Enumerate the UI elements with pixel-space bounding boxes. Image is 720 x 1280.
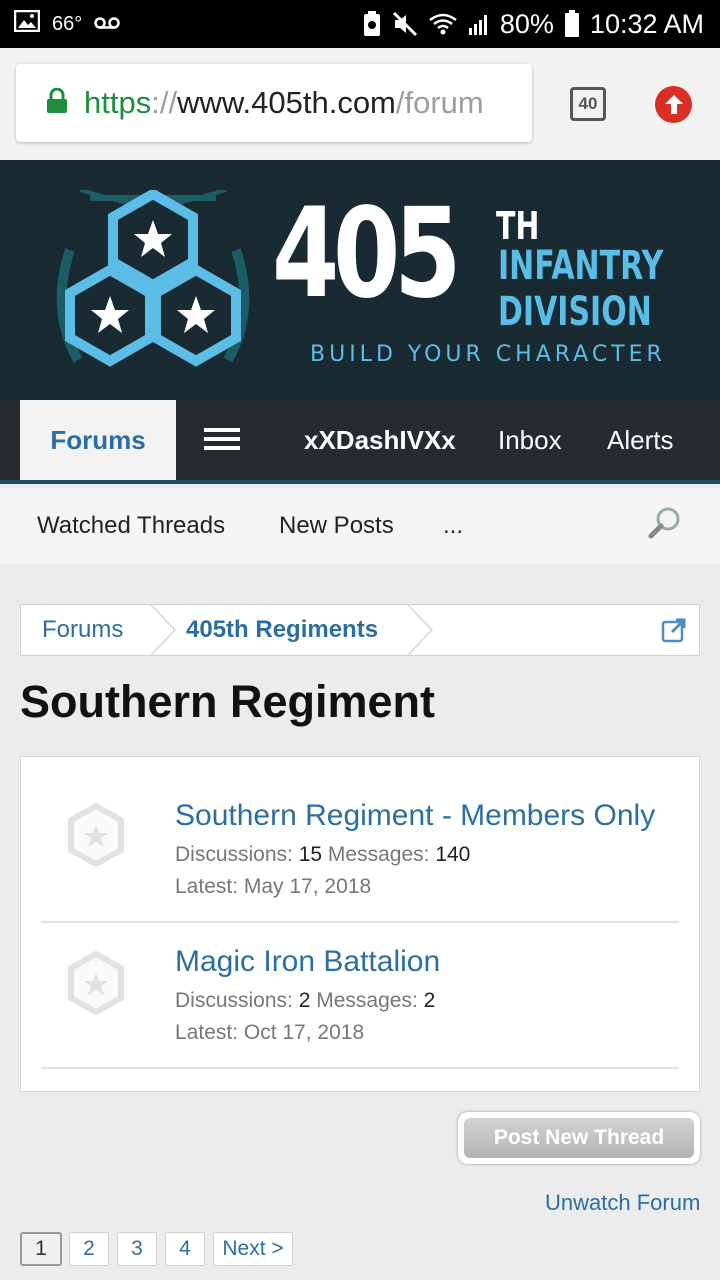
forum-node[interactable]: Magic Iron Battalion Discussions: 2 Mess… — [41, 923, 679, 1069]
logo-number: 405 — [272, 182, 461, 326]
breadcrumb-405th-regiments[interactable]: 405th Regiments — [186, 605, 378, 655]
data-saver-icon — [362, 10, 382, 38]
signal-icon — [468, 12, 490, 36]
page-4-button[interactable]: 4 — [165, 1232, 205, 1266]
battery-percent: 80% — [499, 8, 554, 39]
battery-icon — [564, 10, 580, 38]
forum-node-counts: Discussions: 15 Messages: 140 — [175, 843, 471, 866]
forum-node-title[interactable]: Southern Regiment - Members Only — [175, 799, 655, 833]
watched-threads-link[interactable]: Watched Threads — [37, 488, 225, 564]
browser-toolbar: https://www.405th.com/forum 40 — [0, 48, 720, 160]
forum-node-icon — [68, 951, 124, 1015]
wifi-icon — [428, 12, 458, 36]
post-new-thread-label: Post New Thread — [464, 1118, 694, 1158]
forum-node-list: Southern Regiment - Members Only Discuss… — [20, 756, 700, 1092]
menu-icon[interactable] — [204, 428, 240, 454]
lock-icon — [46, 87, 68, 119]
unwatch-forum-link[interactable]: Unwatch Forum — [545, 1190, 700, 1216]
tab-forums[interactable]: Forums — [20, 400, 176, 480]
page-title: Southern Regiment — [20, 676, 436, 727]
search-icon[interactable] — [648, 506, 682, 545]
url-text: https://www.405th.com/forum — [84, 85, 484, 120]
forum-node-icon — [68, 803, 124, 867]
gallery-icon — [13, 9, 41, 38]
nav-username[interactable]: xXDashIVXx — [304, 400, 456, 480]
nav-inbox[interactable]: Inbox — [498, 400, 562, 480]
forum-node-latest[interactable]: Latest: Oct 17, 2018 — [175, 1021, 364, 1045]
new-posts-link[interactable]: New Posts — [279, 488, 394, 564]
tab-switcher-button[interactable]: 40 — [570, 87, 606, 121]
logo-line-division: DIVISION — [498, 289, 652, 335]
sub-nav: Watched Threads New Posts ... — [0, 488, 720, 564]
logo-line-infantry: INFANTRY — [498, 243, 664, 289]
update-icon[interactable] — [655, 86, 692, 123]
forum-node-title[interactable]: Magic Iron Battalion — [175, 945, 440, 979]
main-nav: Forums xXDashIVXx Inbox Alerts — [0, 400, 720, 484]
breadcrumb-separator-icon — [150, 605, 177, 655]
next-page-button[interactable]: Next > — [213, 1232, 293, 1266]
forum-node-latest[interactable]: Latest: May 17, 2018 — [175, 875, 371, 899]
breadcrumb: Forums 405th Regiments — [20, 604, 700, 656]
breadcrumb-forums[interactable]: Forums — [42, 605, 123, 655]
page-1-button[interactable]: 1 — [20, 1232, 62, 1266]
voicemail-icon — [94, 13, 120, 36]
forum-node[interactable]: Southern Regiment - Members Only Discuss… — [41, 757, 679, 923]
nav-alerts[interactable]: Alerts — [607, 400, 673, 480]
jump-to-icon[interactable] — [661, 617, 687, 643]
more-menu-button[interactable]: ... — [443, 488, 463, 564]
page-2-button[interactable]: 2 — [69, 1232, 109, 1266]
mute-icon — [392, 11, 418, 37]
logo-tagline: BUILD YOUR CHARACTER — [310, 342, 666, 367]
breadcrumb-separator-icon — [407, 605, 434, 655]
post-new-thread-button[interactable]: Post New Thread — [458, 1112, 700, 1164]
forum-node-counts: Discussions: 2 Messages: 2 — [175, 989, 436, 1012]
temperature-text: 66° — [52, 12, 83, 35]
status-bar: 66° 80% 10:32 AM — [0, 0, 720, 48]
clock: 10:32 AM — [589, 8, 704, 39]
logo-superscript: TH — [496, 204, 540, 248]
page-3-button[interactable]: 3 — [117, 1232, 157, 1266]
url-bar[interactable]: https://www.405th.com/forum — [16, 64, 532, 142]
